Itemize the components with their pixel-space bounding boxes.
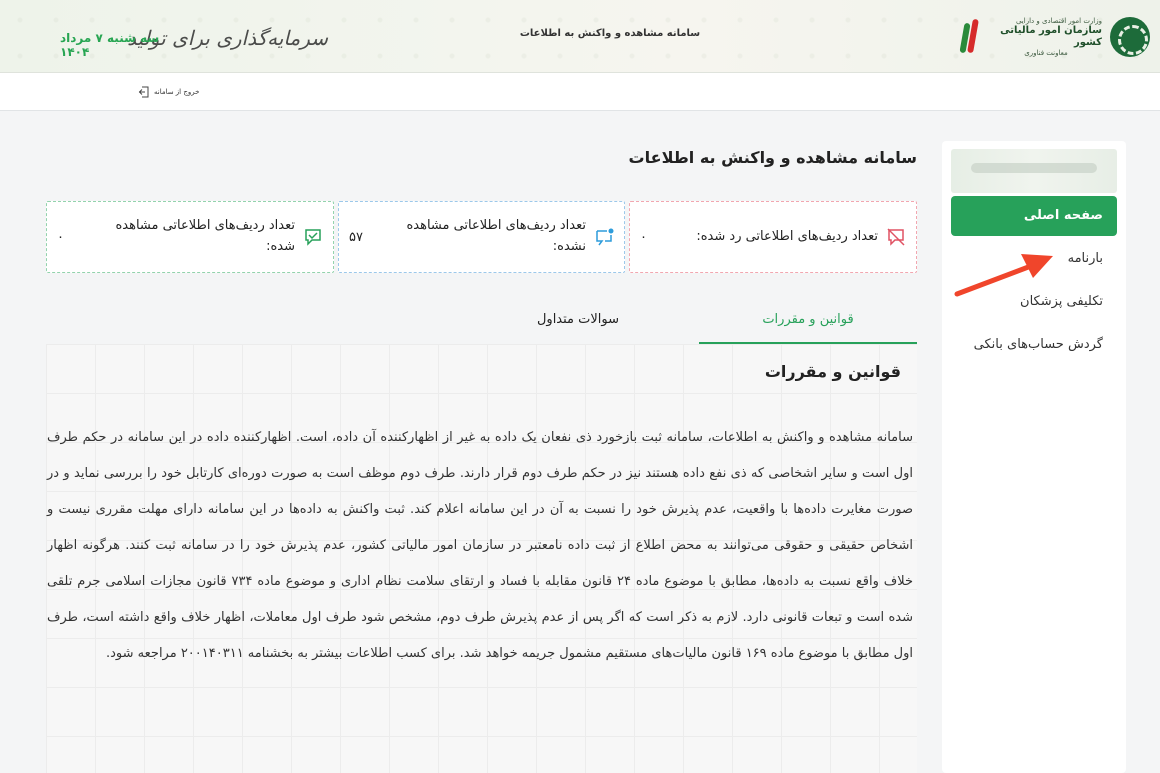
stat-rejected-label: تعداد ردیف‌های اطلاعاتی رد شده: (696, 228, 878, 244)
sidebar-item-bank-accounts[interactable]: گردش حساب‌های بانکی (951, 325, 1117, 365)
logout-label: خروج از سامانه (154, 88, 200, 96)
user-info-blurred (951, 149, 1117, 193)
content-heading: قوانین و مقررات (764, 362, 901, 381)
rejected-icon (887, 228, 905, 246)
unseen-icon (596, 228, 614, 246)
sidebar-item-waybill[interactable]: بارنامه (951, 239, 1117, 279)
sidebar: صفحه اصلی بارنامه تکلیفی پزشکان گردش حسا… (942, 141, 1126, 773)
org-dept: معاونت فناوری (1024, 49, 1068, 57)
slogan-calligraphy: سرمایه‌گذاری برای تولید (127, 26, 328, 50)
org-text: وزارت امور اقتصادی و دارایی سازمان امور … (990, 17, 1102, 58)
header-title: سامانه مشاهده و واکنش به اطلاعات (519, 28, 701, 39)
stat-card-rejected: تعداد ردیف‌های اطلاعاتی رد شده: ۰ (629, 201, 917, 273)
sidebar-item-home[interactable]: صفحه اصلی (951, 196, 1117, 236)
sub-bar: خروج از سامانه (0, 73, 1160, 111)
rules-content: قوانین و مقررات سامانه مشاهده و واکنش به… (46, 344, 917, 773)
stat-rejected-value: ۰ (640, 229, 647, 245)
content-tabs: قوانین و مقررات سوالات متداول (410, 296, 917, 344)
org-logo: وزارت امور اقتصادی و دارایی سازمان امور … (959, 12, 1150, 62)
stat-card-seen: تعداد ردیف‌های اطلاعاتی مشاهده شده: ۰ (46, 201, 334, 273)
logout-icon (138, 86, 149, 98)
tab-rules[interactable]: قوانین و مقررات (699, 296, 917, 344)
stat-unseen-label: تعداد ردیف‌های اطلاعاتی مشاهده نشده: (406, 218, 586, 254)
page-title: سامانه مشاهده و واکنش به اطلاعات (628, 148, 917, 167)
org-ministry: وزارت امور اقتصادی و دارایی (1015, 16, 1102, 25)
tab-faq[interactable]: سوالات متداول (469, 296, 687, 344)
stat-seen-label: تعداد ردیف‌های اطلاعاتی مشاهده شده: (115, 218, 295, 254)
top-header: وزارت امور اقتصادی و دارایی سازمان امور … (0, 0, 1160, 73)
sidebar-item-doctors[interactable]: تکلیفی پزشکان (951, 282, 1117, 322)
header-date: سه شنبه ۷ مرداد ۱۴۰۴ (60, 31, 160, 59)
main-panel: سامانه مشاهده و واکنش به اطلاعات تعداد ر… (0, 111, 932, 773)
rules-text: سامانه مشاهده و واکنش به اطلاعات، سامانه… (47, 430, 913, 661)
tax-org-emblem-icon (1110, 17, 1150, 57)
seen-icon (305, 229, 321, 246)
logout-button[interactable]: خروج از سامانه (138, 83, 199, 101)
flag-logo-icon (959, 17, 982, 57)
stat-seen-value: ۰ (57, 229, 64, 245)
org-name: سازمان امور مالیاتی کشور (1000, 25, 1102, 48)
stat-unseen-value: ۵۷ (349, 229, 363, 245)
stat-card-unseen: تعداد ردیف‌های اطلاعاتی مشاهده نشده: ۵۷ (338, 201, 625, 273)
